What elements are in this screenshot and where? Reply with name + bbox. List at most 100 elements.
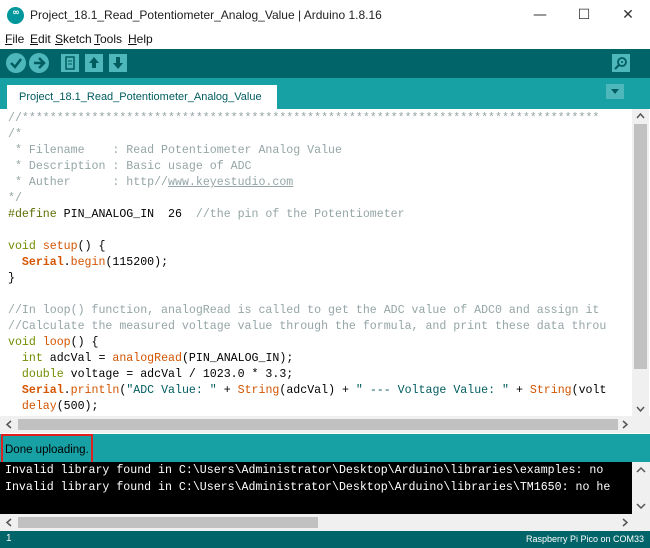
code-line: delay(500); (8, 399, 99, 415)
editor-vertical-scroll-thumb[interactable] (634, 124, 647, 369)
tab-menu-button[interactable] (606, 84, 624, 99)
status-highlight-box (1, 434, 93, 464)
open-button[interactable] (85, 54, 103, 72)
menu-help-accel: H (128, 32, 137, 46)
tab-strip: Project_18.1_Read_Potentiometer_Analog_V… (0, 78, 650, 109)
code-token: #define (8, 208, 57, 221)
scroll-left-icon[interactable] (2, 416, 16, 433)
save-down-arrow-icon (113, 57, 123, 69)
code-line: double voltage = adcVal / 1023.0 * 3.3; (8, 367, 293, 383)
menu-edit[interactable]: Edit (30, 32, 51, 46)
code-token: * Auther : http// (8, 176, 169, 189)
window-title: Project_18.1_Read_Potentiometer_Analog_V… (30, 8, 382, 22)
scroll-down-icon[interactable] (632, 402, 649, 416)
menu-sketch[interactable]: Sketch (55, 32, 92, 46)
code-token: () { (77, 240, 106, 253)
console-line: Invalid library found in C:\Users\Admini… (5, 464, 604, 477)
scrollbar-corner (632, 514, 650, 531)
code-line: Serial.begin(115200); (8, 255, 168, 271)
code-token: + (508, 384, 530, 397)
code-token: String (529, 384, 572, 397)
code-token: voltage = adcVal / 1023.0 * 3.3; (63, 368, 294, 381)
console-line: Invalid library found in C:\Users\Admini… (5, 481, 611, 494)
scroll-right-icon[interactable] (618, 416, 632, 433)
close-button[interactable]: ✕ (606, 0, 650, 31)
code-line: //In loop() function, analogRead is call… (8, 304, 600, 317)
status-bar: Done uploading. (0, 434, 650, 462)
code-token: "ADC Value: " (126, 384, 217, 397)
code-line: Serial.println("ADC Value: " + String(ad… (8, 383, 606, 399)
menu-help[interactable]: Help (128, 32, 153, 46)
minimize-button[interactable]: — (518, 0, 562, 31)
code-token: Serial (21, 256, 64, 269)
new-button[interactable] (61, 54, 79, 72)
code-line: /* (8, 128, 22, 141)
code-token: " --- Voltage Value: " (355, 384, 509, 397)
code-line: } (8, 272, 15, 285)
menu-help-label: elp (136, 32, 153, 46)
code-token: println (70, 384, 120, 397)
code-link[interactable]: www.keyestudio.com (168, 176, 293, 189)
tab-label: Project_18.1_Read_Potentiometer_Analog_V… (19, 91, 262, 103)
verify-button[interactable] (6, 53, 26, 73)
menu-file[interactable]: File (5, 32, 24, 46)
code-line: //Calculate the measured voltage value t… (8, 320, 607, 333)
menu-edit-accel: E (30, 32, 39, 46)
save-button[interactable] (109, 54, 127, 72)
footer-bar: 1 Raspberry Pi Pico on COM33 (0, 531, 650, 548)
scroll-up-icon[interactable] (632, 463, 650, 477)
code-line: int adcVal = analogRead(PIN_ANALOG_IN); (8, 351, 293, 367)
code-token: analogRead (112, 352, 182, 365)
upload-button[interactable] (29, 53, 49, 73)
code-token: void (8, 240, 36, 253)
arduino-logo-icon: ∞ (7, 7, 24, 24)
line-number: 1 (6, 533, 12, 544)
new-file-icon (65, 56, 75, 70)
code-token: + (216, 384, 238, 397)
code-token: . (63, 384, 71, 397)
verify-check-icon (10, 58, 22, 69)
menu-tools[interactable]: Tools (94, 32, 122, 46)
menu-file-label: ile (12, 32, 25, 46)
code-token: int (21, 352, 43, 365)
console-vertical-scrollbar[interactable] (632, 462, 650, 514)
serial-monitor-button[interactable] (612, 54, 630, 72)
console-horizontal-scroll-thumb[interactable] (18, 517, 318, 528)
console-output[interactable]: Invalid library found in C:\Users\Admini… (0, 462, 632, 514)
menu-bar: File Edit Sketch Tools Help (0, 31, 650, 48)
scroll-up-icon[interactable] (632, 109, 649, 123)
tab-sketch[interactable]: Project_18.1_Read_Potentiometer_Analog_V… (7, 85, 277, 109)
code-line: #define PIN_ANALOG_IN 26 //the pin of th… (8, 207, 405, 223)
code-token: loop (42, 336, 71, 349)
editor-horizontal-scroll-thumb[interactable] (18, 419, 618, 430)
tab-menu-down-icon (611, 89, 619, 94)
scroll-right-icon[interactable] (618, 514, 632, 531)
code-token: begin (70, 256, 106, 269)
code-token: setup (42, 240, 78, 253)
toolbar (0, 49, 650, 78)
code-line: void loop() { (8, 335, 99, 351)
maximize-button[interactable]: ☐ (562, 0, 606, 31)
code-token: . (63, 256, 71, 269)
code-token: double (21, 368, 64, 381)
code-token: (115200); (105, 256, 169, 269)
code-editor[interactable]: //**************************************… (0, 109, 632, 416)
code-line: //**************************************… (8, 112, 600, 125)
code-line: * Auther : http//www.keyestudio.com (8, 175, 293, 191)
code-token: PIN_ANALOG_IN 26 (56, 208, 196, 221)
menu-edit-label: dit (38, 32, 51, 46)
scroll-left-icon[interactable] (2, 514, 16, 531)
scroll-down-icon[interactable] (632, 499, 650, 513)
code-token: (volt (571, 384, 607, 397)
code-line: * Filename : Read Potentiometer Analog V… (8, 144, 342, 157)
menu-tools-label: ools (100, 32, 123, 46)
code-token: (PIN_ANALOG_IN); (181, 352, 294, 365)
code-token: delay (21, 400, 57, 413)
code-token: () { (70, 336, 99, 349)
code-token: (500); (56, 400, 99, 413)
code-token: Serial (21, 384, 64, 397)
